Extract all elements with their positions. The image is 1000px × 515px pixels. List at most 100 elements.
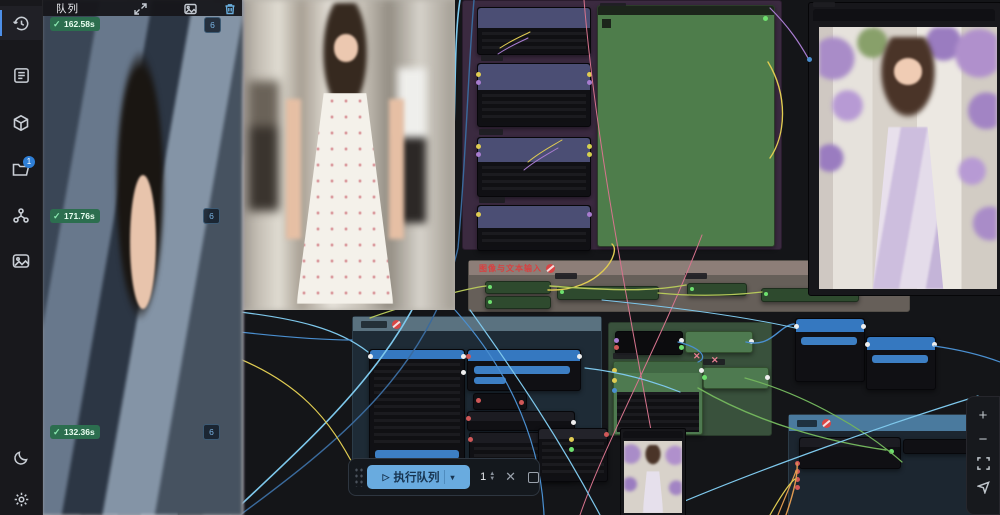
port[interactable]: [571, 420, 576, 425]
node[interactable]: [795, 318, 865, 382]
reroute-node[interactable]: [687, 283, 747, 296]
node-widget[interactable]: [872, 355, 928, 363]
trash-icon[interactable]: [224, 2, 237, 14]
port[interactable]: [577, 354, 582, 359]
port[interactable]: [865, 342, 870, 347]
group-green[interactable]: ✕ ✕: [608, 322, 772, 436]
node[interactable]: [703, 367, 769, 389]
node-note-green[interactable]: [597, 5, 775, 247]
port[interactable]: [614, 338, 619, 343]
port[interactable]: [679, 345, 684, 350]
drag-handle[interactable]: [354, 467, 364, 487]
node[interactable]: [477, 137, 591, 197]
port[interactable]: [476, 398, 481, 403]
zoom-out-button[interactable]: −: [971, 427, 995, 451]
port[interactable]: [468, 437, 473, 442]
port[interactable]: [795, 461, 800, 466]
fit-view-button[interactable]: [971, 451, 995, 475]
sidebar-item-logs[interactable]: [0, 58, 42, 92]
port[interactable]: [476, 80, 481, 85]
port[interactable]: [604, 432, 609, 437]
port[interactable]: [587, 144, 592, 149]
reroute-node[interactable]: [557, 286, 659, 300]
port[interactable]: [679, 338, 684, 343]
port[interactable]: [476, 212, 481, 217]
port[interactable]: [466, 416, 471, 421]
pointer-mode-button[interactable]: [971, 475, 995, 499]
port[interactable]: [476, 144, 481, 149]
port[interactable]: [795, 469, 800, 474]
node-widget[interactable]: [474, 366, 570, 374]
image-icon[interactable]: [184, 2, 197, 14]
reroute-node[interactable]: [485, 296, 551, 309]
port[interactable]: [569, 437, 574, 442]
sidebar-item-node-map[interactable]: [0, 198, 42, 232]
run-queue-button[interactable]: ▷ 执行队列 ▾: [367, 465, 470, 489]
node[interactable]: [615, 331, 683, 355]
port[interactable]: [488, 285, 492, 289]
port[interactable]: [476, 72, 481, 77]
sidebar-item-gallery[interactable]: [0, 244, 42, 278]
port[interactable]: [807, 57, 812, 62]
port[interactable]: [587, 152, 592, 157]
node[interactable]: [477, 7, 591, 55]
zoom-in-button[interactable]: +: [971, 403, 995, 427]
port[interactable]: [932, 342, 937, 347]
node[interactable]: [473, 393, 527, 410]
sidebar-item-queue-history[interactable]: [0, 6, 42, 40]
port[interactable]: [476, 152, 481, 157]
port[interactable]: [587, 80, 592, 85]
reroute-node[interactable]: [485, 281, 551, 294]
group-purple[interactable]: [462, 0, 782, 250]
sidebar-item-node-library[interactable]: [0, 106, 42, 140]
stop-icon[interactable]: [528, 472, 539, 483]
node-widget[interactable]: [801, 337, 857, 345]
preview-image-street[interactable]: [235, 0, 455, 310]
port[interactable]: [612, 368, 617, 373]
port[interactable]: [614, 345, 619, 350]
port[interactable]: [699, 368, 704, 373]
node[interactable]: [866, 336, 936, 390]
node[interactable]: [613, 361, 703, 435]
port[interactable]: [569, 447, 574, 452]
group-bottom-right[interactable]: [788, 414, 978, 515]
image-node-mini[interactable]: [620, 428, 686, 515]
port[interactable]: [612, 388, 617, 393]
port[interactable]: [560, 290, 564, 294]
chevron-down-icon[interactable]: ▾: [450, 473, 454, 482]
port[interactable]: [764, 292, 768, 296]
node[interactable]: [477, 205, 591, 251]
port[interactable]: [763, 16, 768, 21]
port[interactable]: [794, 324, 799, 329]
port[interactable]: [587, 72, 592, 77]
batch-count[interactable]: 1: [480, 471, 486, 483]
port[interactable]: [612, 378, 617, 383]
node[interactable]: [538, 428, 608, 482]
expand-icon[interactable]: [134, 2, 147, 14]
batch-stepper[interactable]: ▲▼: [489, 472, 495, 482]
port[interactable]: [702, 375, 707, 380]
node[interactable]: [799, 437, 901, 469]
port[interactable]: [368, 354, 373, 359]
port[interactable]: [466, 354, 471, 359]
node[interactable]: [467, 349, 581, 391]
port[interactable]: [861, 324, 866, 329]
node[interactable]: [685, 331, 753, 353]
image-node-wisteria[interactable]: [808, 2, 1000, 296]
port[interactable]: [690, 287, 694, 291]
port[interactable]: [488, 300, 492, 304]
port[interactable]: [519, 400, 524, 405]
port[interactable]: [749, 339, 754, 344]
node-widget[interactable]: [474, 377, 506, 384]
port[interactable]: [889, 449, 894, 454]
port[interactable]: [795, 477, 800, 482]
clear-icon[interactable]: ✕: [505, 469, 516, 485]
port[interactable]: [461, 370, 466, 375]
port[interactable]: [587, 212, 592, 217]
node-widget-square[interactable]: [602, 19, 611, 28]
sidebar-item-workflows[interactable]: 1: [0, 152, 42, 186]
port[interactable]: [765, 375, 770, 380]
settings-gear-icon[interactable]: [0, 482, 42, 515]
node[interactable]: [369, 349, 465, 469]
theme-toggle-moon-icon[interactable]: [0, 440, 42, 474]
